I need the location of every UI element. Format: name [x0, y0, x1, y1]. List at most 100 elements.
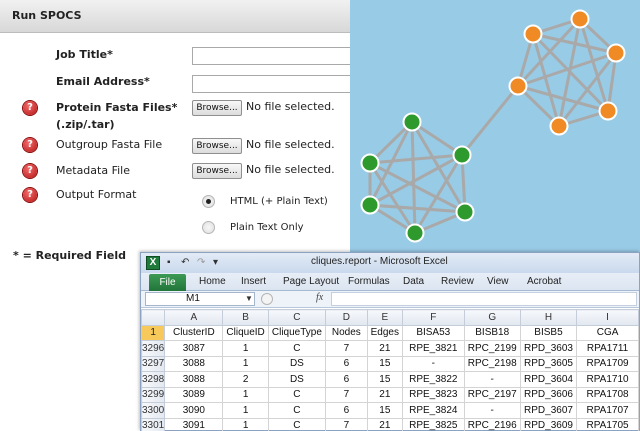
table-cell[interactable]: RPA1711: [576, 340, 639, 357]
output-html-radio[interactable]: [202, 195, 215, 208]
table-cell[interactable]: 6: [325, 371, 368, 388]
table-cell[interactable]: 6: [325, 355, 368, 372]
tab-formulas[interactable]: Formulas: [348, 276, 390, 287]
table-cell[interactable]: RPD_3604: [519, 371, 578, 388]
header-cell[interactable]: Edges: [366, 324, 403, 341]
table-cell[interactable]: 3088: [164, 371, 224, 388]
metadata-browse-button[interactable]: Browse...: [192, 163, 242, 179]
email-input[interactable]: [192, 75, 354, 93]
table-cell[interactable]: 7: [325, 417, 368, 431]
table-cell[interactable]: 21: [366, 386, 403, 403]
tab-page-layout[interactable]: Page Layout: [283, 276, 339, 287]
table-cell[interactable]: RPA1708: [576, 386, 639, 403]
table-cell[interactable]: 15: [366, 355, 403, 372]
table-cell[interactable]: 21: [366, 340, 403, 357]
table-cell[interactable]: 1: [222, 402, 269, 419]
column-header[interactable]: H: [519, 309, 578, 326]
output-format-help-icon[interactable]: ?: [23, 188, 37, 202]
name-box[interactable]: M1 ▼: [145, 292, 255, 306]
select-all-corner[interactable]: [140, 309, 166, 326]
outgroup-fasta-help-icon[interactable]: ?: [23, 138, 37, 152]
table-cell[interactable]: 15: [366, 402, 403, 419]
formula-cancel-icon[interactable]: [261, 293, 273, 305]
header-cell[interactable]: ClusterID: [164, 324, 224, 341]
tab-insert[interactable]: Insert: [241, 276, 266, 287]
column-header[interactable]: I: [576, 309, 639, 326]
table-cell[interactable]: RPA1710: [576, 371, 639, 388]
row-header[interactable]: 3296: [140, 340, 166, 357]
table-cell[interactable]: 3090: [164, 402, 224, 419]
table-cell[interactable]: -: [401, 355, 465, 372]
column-header[interactable]: G: [463, 309, 521, 326]
header-cell[interactable]: CGA: [576, 324, 639, 341]
column-header[interactable]: B: [222, 309, 269, 326]
table-cell[interactable]: 2: [222, 371, 269, 388]
table-cell[interactable]: RPC_2198: [463, 355, 521, 372]
table-cell[interactable]: RPD_3606: [519, 386, 578, 403]
table-cell[interactable]: RPE_3824: [401, 402, 465, 419]
table-cell[interactable]: RPC_2199: [463, 340, 521, 357]
protein-fasta-help-icon[interactable]: ?: [23, 101, 37, 115]
metadata-help-icon[interactable]: ?: [23, 164, 37, 178]
column-header[interactable]: D: [325, 309, 368, 326]
insert-function-icon[interactable]: fx: [316, 292, 323, 303]
row-header[interactable]: 3300: [140, 402, 166, 419]
table-cell[interactable]: -: [463, 402, 521, 419]
table-cell[interactable]: RPD_3607: [519, 402, 578, 419]
header-cell[interactable]: BISB5: [519, 324, 578, 341]
header-cell[interactable]: Nodes: [325, 324, 368, 341]
tab-acrobat[interactable]: Acrobat: [527, 276, 561, 287]
table-cell[interactable]: RPE_3821: [401, 340, 465, 357]
table-cell[interactable]: C: [267, 417, 327, 431]
table-cell[interactable]: RPA1709: [576, 355, 639, 372]
table-cell[interactable]: 1: [222, 355, 269, 372]
table-cell[interactable]: 3089: [164, 386, 224, 403]
column-header[interactable]: F: [401, 309, 465, 326]
column-header[interactable]: C: [267, 309, 327, 326]
table-cell[interactable]: 3088: [164, 355, 224, 372]
header-cell[interactable]: CliqueID: [222, 324, 269, 341]
tab-home[interactable]: Home: [199, 276, 226, 287]
name-box-dropdown-icon[interactable]: ▼: [245, 293, 253, 305]
table-cell[interactable]: 1: [222, 386, 269, 403]
table-cell[interactable]: 3091: [164, 417, 224, 431]
table-cell[interactable]: DS: [267, 371, 327, 388]
table-cell[interactable]: 15: [366, 371, 403, 388]
table-cell[interactable]: RPC_2196: [463, 417, 521, 431]
header-cell[interactable]: BISB18: [463, 324, 521, 341]
outgroup-fasta-browse-button[interactable]: Browse...: [192, 138, 242, 154]
tab-data[interactable]: Data: [403, 276, 424, 287]
table-cell[interactable]: 7: [325, 386, 368, 403]
row-header[interactable]: 3301: [140, 417, 166, 431]
table-cell[interactable]: RPD_3609: [519, 417, 578, 431]
table-cell[interactable]: 21: [366, 417, 403, 431]
protein-fasta-browse-button[interactable]: Browse...: [192, 100, 242, 116]
table-cell[interactable]: 7: [325, 340, 368, 357]
table-cell[interactable]: -: [463, 371, 521, 388]
column-header[interactable]: A: [164, 309, 224, 326]
column-header[interactable]: E: [366, 309, 403, 326]
table-cell[interactable]: RPA1705: [576, 417, 639, 431]
row-header[interactable]: 1: [140, 324, 166, 341]
output-plain-radio[interactable]: [202, 221, 215, 234]
table-cell[interactable]: RPE_3825: [401, 417, 465, 431]
table-cell[interactable]: 3087: [164, 340, 224, 357]
table-cell[interactable]: C: [267, 386, 327, 403]
table-cell[interactable]: RPE_3822: [401, 371, 465, 388]
table-cell[interactable]: DS: [267, 355, 327, 372]
table-cell[interactable]: RPD_3603: [519, 340, 578, 357]
row-header[interactable]: 3298: [140, 371, 166, 388]
tab-view[interactable]: View: [487, 276, 509, 287]
row-header[interactable]: 3297: [140, 355, 166, 372]
header-cell[interactable]: CliqueType: [267, 324, 327, 341]
table-cell[interactable]: C: [267, 340, 327, 357]
table-cell[interactable]: RPA1707: [576, 402, 639, 419]
formula-input[interactable]: [331, 292, 637, 306]
table-cell[interactable]: RPD_3605: [519, 355, 578, 372]
table-cell[interactable]: 1: [222, 417, 269, 431]
job-title-input[interactable]: [192, 47, 354, 65]
table-cell[interactable]: RPE_3823: [401, 386, 465, 403]
row-header[interactable]: 3299: [140, 386, 166, 403]
tab-file[interactable]: File: [149, 274, 186, 291]
tab-review[interactable]: Review: [441, 276, 474, 287]
